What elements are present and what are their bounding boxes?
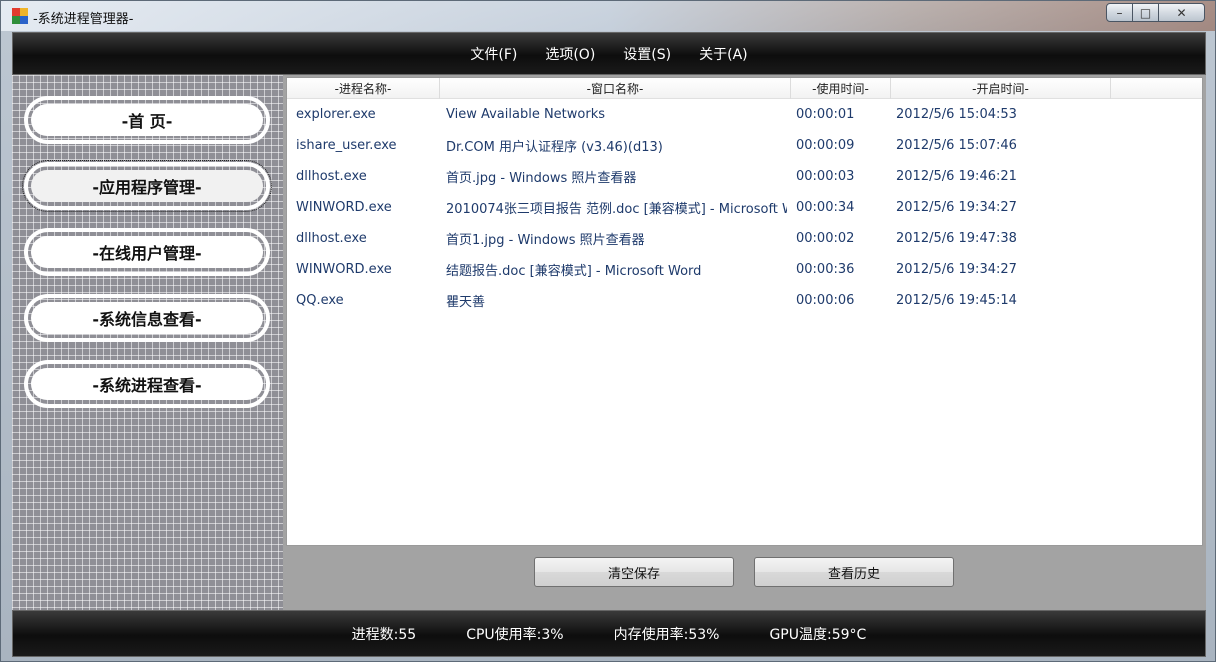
start-time-cell: 2012/5/6 19:34:27 — [896, 262, 1017, 277]
nav-system-processes[interactable]: -系统进程查看- — [24, 360, 270, 408]
usage-time-cell: 00:00:06 — [796, 293, 855, 308]
nav-home-label: -首 页- — [31, 104, 263, 136]
status-bar: 进程数:55 CPU使用率:3% 内存使用率:53% GPU温度:59°C — [12, 610, 1206, 657]
window-name-cell: 结题报告.doc [兼容模式] - Microsoft Word — [446, 264, 702, 279]
window-name-cell: 首页.jpg - Windows 照片查看器 — [446, 171, 637, 186]
column-header-usage-time[interactable]: -使用时间- — [791, 78, 891, 99]
menu-bar: 文件(F) 选项(O) 设置(S) 关于(A) — [12, 32, 1206, 75]
table-row[interactable]: dllhost.exe 首页1.jpg - Windows 照片查看器 00:0… — [287, 223, 1202, 254]
process-name-cell: explorer.exe — [296, 107, 376, 122]
menu-settings[interactable]: 设置(S) — [623, 44, 671, 64]
close-button[interactable]: ✕ — [1159, 3, 1205, 22]
start-time-cell: 2012/5/6 15:07:46 — [896, 138, 1017, 153]
nav-online-users[interactable]: -在线用户管理- — [24, 228, 270, 276]
cpu-usage-status: CPU使用率:3% — [466, 626, 564, 643]
app-window: -系统进程管理器- – □ ✕ 文件(F) 选项(O) 设置(S) 关于(A) … — [0, 0, 1216, 662]
maximize-button[interactable]: □ — [1133, 3, 1159, 22]
process-name-cell: dllhost.exe — [296, 169, 367, 184]
client-area: 文件(F) 选项(O) 设置(S) 关于(A) -首 页- -应用程序管理- -… — [12, 32, 1206, 657]
table-row[interactable]: WINWORD.exe 2010074张三项目报告 范例.doc [兼容模式] … — [287, 192, 1202, 223]
process-list[interactable]: -进程名称- -窗口名称- -使用时间- -开启时间- explorer.exe… — [286, 77, 1203, 546]
table-row[interactable]: explorer.exe View Available Networks 00:… — [287, 99, 1202, 130]
menu-about[interactable]: 关于(A) — [699, 44, 748, 64]
app-icon — [12, 8, 28, 24]
start-time-cell: 2012/5/6 15:04:53 — [896, 107, 1017, 122]
start-time-cell: 2012/5/6 19:34:27 — [896, 200, 1017, 215]
usage-time-cell: 00:00:36 — [796, 262, 855, 277]
column-header-start-time[interactable]: -开启时间- — [891, 78, 1111, 99]
maximize-icon: □ — [1139, 5, 1152, 20]
start-time-cell: 2012/5/6 19:47:38 — [896, 231, 1017, 246]
nav-system-info[interactable]: -系统信息查看- — [24, 294, 270, 342]
process-name-cell: WINWORD.exe — [296, 262, 392, 277]
start-time-cell: 2012/5/6 19:46:21 — [896, 169, 1017, 184]
usage-time-cell: 00:00:03 — [796, 169, 855, 184]
clear-save-button[interactable]: 清空保存 — [534, 557, 734, 587]
menu-file[interactable]: 文件(F) — [470, 44, 517, 64]
table-row[interactable]: WINWORD.exe 结题报告.doc [兼容模式] - Microsoft … — [287, 254, 1202, 285]
window-name-cell: 瞿天善 — [446, 295, 486, 310]
list-header: -进程名称- -窗口名称- -使用时间- -开启时间- — [287, 78, 1202, 99]
sidebar: -首 页- -应用程序管理- -在线用户管理- -系统信息查看- -系统进程查看… — [12, 75, 283, 610]
menu-options[interactable]: 选项(O) — [545, 44, 595, 64]
start-time-cell: 2012/5/6 19:45:14 — [896, 293, 1017, 308]
minimize-icon: – — [1116, 5, 1123, 20]
process-name-cell: QQ.exe — [296, 293, 344, 308]
process-count-status: 进程数:55 — [351, 626, 417, 643]
window-name-cell: 首页1.jpg - Windows 照片查看器 — [446, 233, 645, 248]
close-icon: ✕ — [1176, 5, 1187, 20]
process-name-cell: ishare_user.exe — [296, 138, 397, 153]
title-bar[interactable]: -系统进程管理器- – □ ✕ — [1, 1, 1215, 31]
nav-online-users-label: -在线用户管理- — [31, 236, 263, 268]
window-controls: – □ ✕ — [1106, 3, 1205, 22]
column-header-window-name[interactable]: -窗口名称- — [440, 78, 791, 99]
nav-app-management[interactable]: -应用程序管理- — [22, 160, 272, 212]
gpu-temp-status: GPU温度:59°C — [769, 626, 867, 643]
window-name-cell: View Available Networks — [446, 107, 606, 122]
table-row[interactable]: dllhost.exe 首页.jpg - Windows 照片查看器 00:00… — [287, 161, 1202, 192]
memory-usage-status: 内存使用率:53% — [613, 626, 720, 643]
table-row[interactable]: QQ.exe 瞿天善 00:00:06 2012/5/6 19:45:14 — [287, 285, 1202, 316]
window-name-cell: 2010074张三项目报告 范例.doc [兼容模式] - Microsoft … — [446, 202, 787, 217]
minimize-button[interactable]: – — [1106, 3, 1133, 22]
usage-time-cell: 00:00:09 — [796, 138, 855, 153]
usage-time-cell: 00:00:34 — [796, 200, 855, 215]
column-header-process-name[interactable]: -进程名称- — [287, 78, 440, 99]
view-history-button[interactable]: 查看历史 — [754, 557, 954, 587]
nav-home[interactable]: -首 页- — [24, 96, 270, 144]
nav-system-processes-label: -系统进程查看- — [31, 368, 263, 400]
window-title: -系统进程管理器- — [33, 12, 134, 27]
nav-app-management-label: -应用程序管理- — [31, 170, 263, 202]
process-name-cell: dllhost.exe — [296, 231, 367, 246]
nav-system-info-label: -系统信息查看- — [31, 302, 263, 334]
window-name-cell: Dr.COM 用户认证程序 (v3.46)(d13) — [446, 140, 663, 155]
process-name-cell: WINWORD.exe — [296, 200, 392, 215]
usage-time-cell: 00:00:01 — [796, 107, 855, 122]
main-panel: -进程名称- -窗口名称- -使用时间- -开启时间- explorer.exe… — [283, 75, 1206, 610]
table-row[interactable]: ishare_user.exe Dr.COM 用户认证程序 (v3.46)(d1… — [287, 130, 1202, 161]
usage-time-cell: 00:00:02 — [796, 231, 855, 246]
